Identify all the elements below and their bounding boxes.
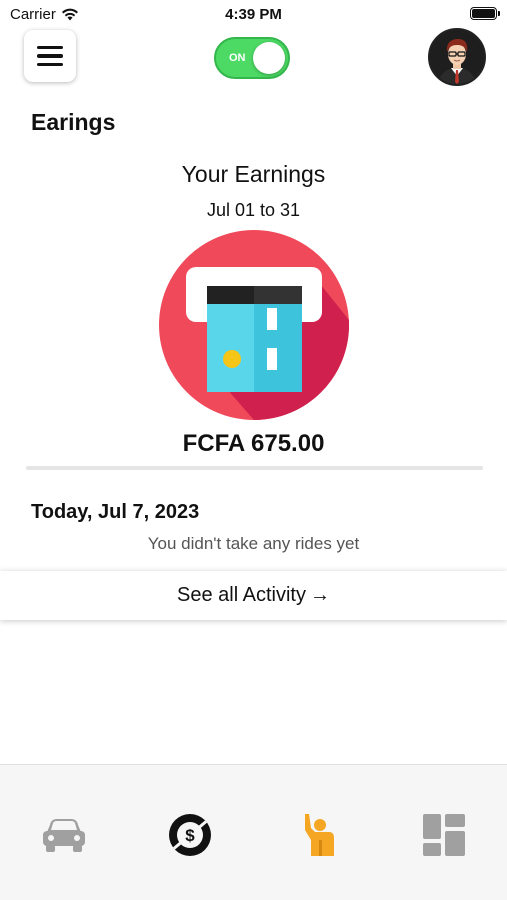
avatar[interactable] [428,28,486,86]
tab-bar: $ [0,764,507,900]
credit-card-icon [159,230,349,420]
earnings-amount: FCFA 675.00 [182,430,325,457]
tab-rider[interactable] [289,805,349,865]
today-label: Today, Jul 7, 2023 [31,501,200,523]
hamburger-icon [37,45,63,50]
earnings-heading: Your Earnings [181,161,326,187]
status-bar: Carrier 4:39 PM [0,0,507,28]
empty-message: You didn't take any rides yet [147,534,360,553]
status-time: 4:39 PM [225,6,282,23]
toggle-knob [253,42,285,74]
driver-avatar-icon [430,30,484,84]
see-all-activity-button[interactable]: See all Activity → [0,571,507,620]
online-toggle[interactable]: ON [214,37,290,79]
toggle-label: ON [229,52,246,64]
tab-earnings[interactable]: $ [160,805,220,865]
tab-dashboard[interactable] [414,805,474,865]
rider-waving-icon [305,814,334,856]
menu-button[interactable] [24,30,76,82]
divider [26,466,483,470]
page-title: Earings [31,109,116,135]
dashboard-grid-icon [423,814,465,856]
arrow-right-icon: → [309,584,330,606]
tab-rides[interactable] [34,805,94,865]
dollar-coin-icon: $ [169,814,211,856]
car-icon [43,819,85,852]
date-range: Jul 01 to 31 [206,200,301,220]
see-all-label: See all Activity [177,584,306,606]
svg-text:$: $ [185,826,195,845]
battery-icon [470,7,500,20]
